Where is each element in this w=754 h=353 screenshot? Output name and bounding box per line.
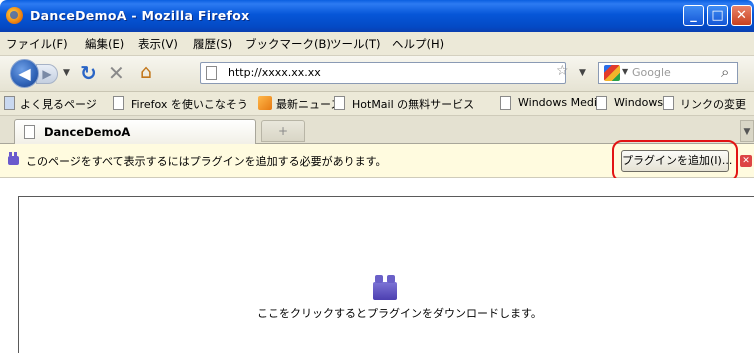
bookmark-hotmail[interactable]: HotMail の無料サービス xyxy=(352,96,474,112)
menu-tools[interactable]: ツール(T) xyxy=(330,36,381,52)
notification-message: このページをすべて表示するにはプラグインを追加する必要があります。 xyxy=(26,155,387,168)
search-bar[interactable]: ▼ Google ⌕ xyxy=(598,62,738,84)
close-button[interactable]: ✕ xyxy=(731,5,752,26)
tab-list-icon[interactable]: ▼ xyxy=(740,120,754,142)
back-button[interactable]: ◀ xyxy=(10,59,39,88)
title-bar: DanceDemoA - Mozilla Firefox _ □ ✕ xyxy=(0,0,754,32)
new-tab-button[interactable]: + xyxy=(261,120,305,142)
menu-bookmarks[interactable]: ブックマーク(B) xyxy=(245,36,331,52)
tab-page-icon xyxy=(24,125,35,139)
menu-file[interactable]: ファイル(F) xyxy=(6,36,68,52)
menu-view[interactable]: 表示(V) xyxy=(138,36,178,52)
bookmark-most-visited[interactable]: よく見るページ xyxy=(20,96,97,112)
url-dropdown-icon[interactable]: ▼ xyxy=(579,68,586,78)
menu-edit[interactable]: 編集(E) xyxy=(85,36,124,52)
url-bar[interactable]: http://xxxx.xx.xx xyxy=(200,62,566,84)
bookmark-windows[interactable]: Windows xyxy=(614,96,663,109)
bookmark-change-links[interactable]: リンクの変更 xyxy=(680,96,746,112)
search-placeholder: Google xyxy=(632,66,671,79)
minimize-button[interactable]: _ xyxy=(683,5,704,26)
download-plugin-message[interactable]: ここをクリックするとプラグインをダウンロードします。 xyxy=(257,305,542,321)
search-icon[interactable]: ⌕ xyxy=(721,63,729,81)
highlight-callout xyxy=(612,140,738,182)
menu-history[interactable]: 履歴(S) xyxy=(193,36,232,52)
google-icon[interactable] xyxy=(604,65,620,81)
menu-bar: ファイル(F) 編集(E) 表示(V) 履歴(S) ブックマーク(B) ツール(… xyxy=(0,32,754,56)
navigation-toolbar: ▶ ◀ ▼ ↻ ✕ ⌂ http://xxxx.xx.xx ☆ ▼ ▼ Goog… xyxy=(0,56,754,92)
bookmarks-toolbar: よく見るページ Firefox を使いこなそう 最新ニュース HotMail の… xyxy=(0,92,754,116)
history-dropdown-icon[interactable]: ▼ xyxy=(63,68,70,78)
bookmark-page-icon xyxy=(663,96,674,110)
firefox-icon xyxy=(6,7,23,24)
plugin-icon xyxy=(8,152,19,165)
tab-label: DanceDemoA xyxy=(44,125,131,139)
bookmark-page-icon xyxy=(500,96,511,110)
forward-button[interactable]: ▶ xyxy=(36,64,58,84)
plugin-placeholder-area[interactable] xyxy=(18,196,754,353)
engine-dropdown-icon[interactable]: ▼ xyxy=(622,67,628,76)
page-icon xyxy=(206,66,217,80)
close-notification-icon[interactable]: ✕ xyxy=(740,155,752,167)
reload-icon[interactable]: ↻ xyxy=(80,61,97,85)
bookmark-windows-media[interactable]: Windows Media xyxy=(518,96,604,109)
bookmark-page-icon xyxy=(596,96,607,110)
maximize-button[interactable]: □ xyxy=(707,5,728,26)
missing-plugin-icon[interactable] xyxy=(373,275,397,300)
bookmark-firefox-guide[interactable]: Firefox を使いこなそう xyxy=(131,96,248,112)
rss-icon xyxy=(258,96,272,110)
home-icon[interactable]: ⌂ xyxy=(140,61,152,83)
bookmark-folder-icon xyxy=(4,96,15,110)
window-title: DanceDemoA - Mozilla Firefox xyxy=(30,8,250,23)
stop-icon[interactable]: ✕ xyxy=(108,61,125,85)
bookmark-star-icon[interactable]: ☆ xyxy=(556,63,569,79)
url-text[interactable]: http://xxxx.xx.xx xyxy=(228,66,321,79)
tab-dancedemoa[interactable]: DanceDemoA xyxy=(14,119,256,145)
bookmark-latest-news[interactable]: 最新ニュース xyxy=(276,96,341,112)
bookmark-page-icon xyxy=(113,96,124,110)
menu-help[interactable]: ヘルプ(H) xyxy=(392,36,444,52)
bookmark-page-icon xyxy=(334,96,345,110)
